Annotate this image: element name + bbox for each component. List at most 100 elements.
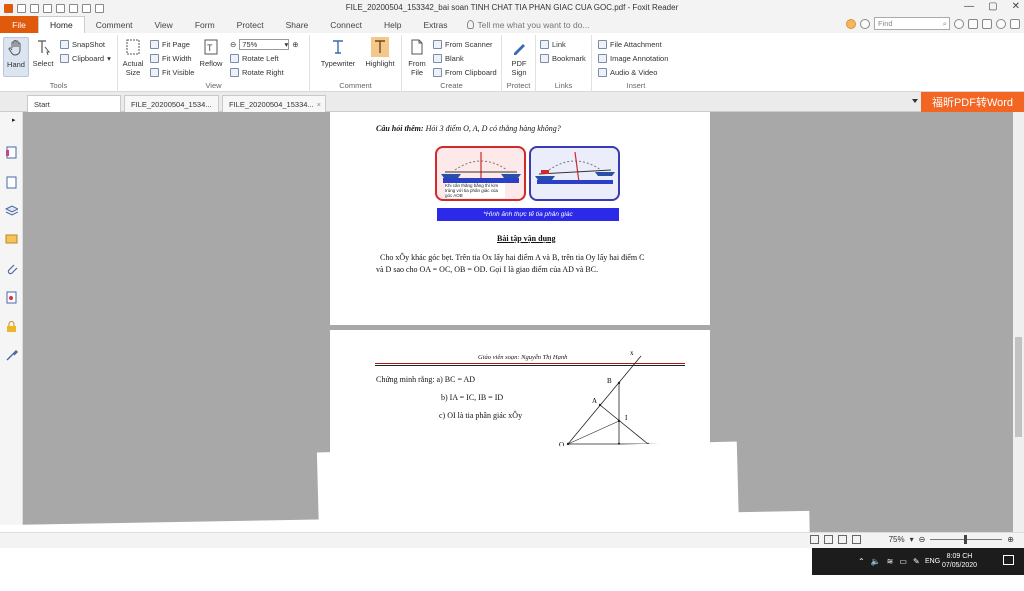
continuous-view-icon[interactable]: [823, 535, 833, 544]
hand-tool-icon[interactable]: [95, 3, 104, 13]
zoom-select[interactable]: 75% ▾: [239, 38, 290, 50]
fit-width-button[interactable]: Fit Width: [150, 52, 192, 64]
tools-icon[interactable]: [5, 349, 18, 362]
pen-icon: [510, 37, 528, 57]
search-icon[interactable]: ⌕: [943, 19, 947, 29]
tab-help[interactable]: Help: [373, 16, 412, 33]
pdf-page-1: Câu hỏi thêm: Hỏi 3 điểm O, A, D có thẳn…: [330, 112, 710, 325]
from-clipboard-button[interactable]: From Clipboard: [433, 66, 497, 78]
tab-start[interactable]: Start: [27, 95, 121, 112]
save-icon[interactable]: [30, 3, 39, 13]
tab-list-chevron-icon[interactable]: [912, 99, 918, 103]
status-zoom-value[interactable]: 75%: [889, 535, 905, 544]
blank-button[interactable]: Blank: [433, 52, 464, 64]
show-hidden-icons-icon[interactable]: ⌃: [858, 557, 865, 566]
fit-visible-button[interactable]: Fit Visible: [150, 66, 194, 78]
zoom-in-icon[interactable]: ⊕: [1007, 535, 1014, 544]
scrollbar-thumb[interactable]: [1015, 337, 1022, 437]
rotate-right-button[interactable]: Rotate Right: [230, 66, 284, 78]
volume-icon[interactable]: 🔈: [871, 557, 881, 566]
hand-button[interactable]: Hand: [3, 37, 29, 77]
hand-icon: [7, 38, 25, 58]
actual-size-button[interactable]: Actual Size: [120, 37, 146, 77]
sidebar-toggle-icon[interactable]: [1010, 18, 1020, 29]
pages-icon[interactable]: [5, 146, 18, 159]
file-attachment-button[interactable]: File Attachment: [598, 38, 662, 50]
close-button[interactable]: ✕: [1012, 1, 1020, 12]
zoom-out-icon[interactable]: ⊖: [230, 40, 236, 49]
tab-connect[interactable]: Connect: [319, 16, 373, 33]
tab-document-1[interactable]: FILE_20200504_1534...: [124, 95, 219, 112]
tab-share[interactable]: Share: [275, 16, 320, 33]
help-icon[interactable]: [996, 18, 1006, 29]
single-page-view-icon[interactable]: [809, 535, 819, 544]
fit-page-button[interactable]: Fit Page: [150, 38, 190, 50]
zoom-in-icon[interactable]: ⊕: [292, 40, 298, 49]
tab-home[interactable]: Home: [38, 16, 85, 33]
typewriter-button[interactable]: Typewriter: [318, 37, 358, 68]
tell-me-box[interactable]: Tell me what you want to do...: [459, 16, 590, 33]
convert-to-word-button[interactable]: 福昕PDF转Word: [921, 92, 1024, 112]
wifi-icon[interactable]: ≋: [887, 557, 894, 566]
zoom-out-icon[interactable]: ⊖: [919, 535, 926, 544]
panel-expand-icon[interactable]: ▸: [12, 116, 16, 124]
link-button[interactable]: Link: [540, 38, 566, 50]
feedback-icon[interactable]: [846, 18, 856, 29]
zoom-control[interactable]: ⊖ 75% ▾ ⊕: [230, 38, 299, 50]
bookmark-button[interactable]: Bookmark: [540, 52, 586, 64]
zoom-slider[interactable]: [930, 535, 1003, 544]
balance-scale-illustration-tilted: [535, 151, 615, 184]
snapshot-button[interactable]: SnapShot: [60, 38, 105, 50]
zoom-slider-knob[interactable]: [964, 535, 968, 544]
nav-back-icon[interactable]: [968, 18, 978, 29]
nav-forward-icon[interactable]: [982, 18, 992, 29]
minimize-button[interactable]: —: [964, 1, 974, 12]
maximize-button[interactable]: ▢: [988, 1, 997, 12]
email-icon[interactable]: [56, 3, 65, 13]
tab-extras[interactable]: Extras: [412, 16, 458, 33]
audio-video-button[interactable]: Audio & Video: [598, 66, 657, 78]
clipboard-button[interactable]: Clipboard ▾: [60, 52, 111, 64]
clipboard-icon: [60, 53, 69, 63]
continuous-facing-icon[interactable]: [851, 535, 861, 544]
layers-icon[interactable]: [5, 204, 18, 217]
signatures-icon[interactable]: [5, 291, 18, 304]
vertical-scrollbar[interactable]: [1013, 112, 1024, 532]
group-label-protect: Protect: [506, 81, 531, 90]
select-button[interactable]: Select: [30, 37, 56, 68]
redo-icon[interactable]: [82, 3, 91, 13]
highlight-button[interactable]: Highlight: [362, 37, 398, 68]
tab-protect[interactable]: Protect: [226, 16, 275, 33]
from-file-button[interactable]: From File: [404, 37, 430, 77]
undo-icon[interactable]: [69, 3, 78, 13]
open-icon[interactable]: [17, 3, 26, 13]
title-bar: FILE_20200504_153342_bai soan TINH CHAT …: [0, 0, 1024, 16]
rotate-left-button[interactable]: Rotate Left: [230, 52, 279, 64]
input-language[interactable]: ENG: [925, 558, 940, 565]
document-viewport[interactable]: Câu hỏi thêm: Hỏi 3 điểm O, A, D có thẳn…: [23, 112, 1013, 532]
facing-view-icon[interactable]: [837, 535, 847, 544]
pen-icon[interactable]: ✎: [913, 557, 920, 566]
notifications-icon[interactable]: [1003, 555, 1014, 565]
account-icon[interactable]: [860, 18, 870, 29]
attachments-icon[interactable]: [5, 262, 18, 275]
battery-icon[interactable]: ▭: [899, 557, 907, 566]
settings-icon[interactable]: [954, 18, 964, 29]
tab-comment[interactable]: Comment: [85, 16, 144, 33]
image-annotation-button[interactable]: Image Annotation: [598, 52, 668, 64]
find-input[interactable]: Find ⌕: [874, 17, 950, 30]
file-menu[interactable]: File: [0, 16, 38, 33]
tab-form[interactable]: Form: [184, 16, 226, 33]
comments-icon[interactable]: [5, 233, 18, 246]
close-tab-icon[interactable]: ×: [317, 100, 321, 109]
reflow-button[interactable]: T Reflow: [198, 37, 224, 68]
bookmarks-icon[interactable]: [5, 176, 18, 189]
from-scanner-button[interactable]: From Scanner: [433, 38, 493, 50]
tab-document-2[interactable]: FILE_20200504_15334... ×: [222, 95, 326, 112]
tab-view[interactable]: View: [144, 16, 184, 33]
pdf-sign-button[interactable]: PDF Sign: [506, 37, 532, 77]
print-icon[interactable]: [43, 3, 52, 13]
system-clock[interactable]: 8:09 CH 07/05/2020: [942, 552, 977, 570]
chevron-down-icon[interactable]: ▾: [910, 535, 914, 544]
security-lock-icon[interactable]: [5, 320, 18, 333]
